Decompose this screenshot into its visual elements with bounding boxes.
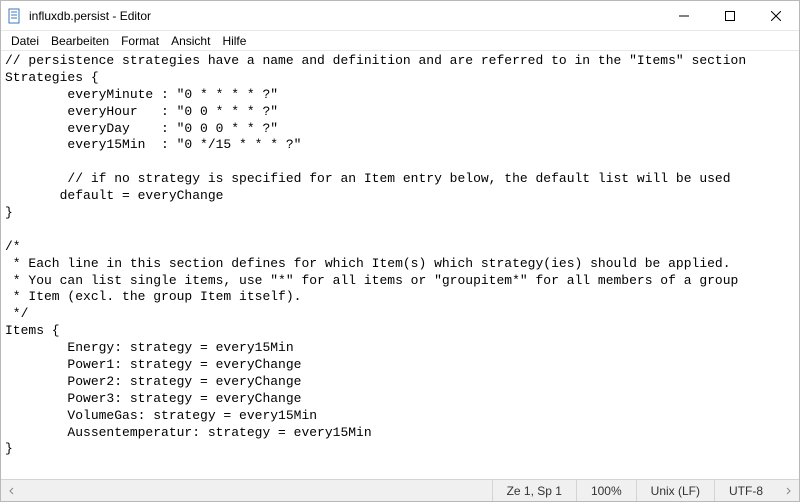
statusbar-left-arrow-icon [1,487,23,495]
statusbar-zoom[interactable]: 100% [576,480,636,501]
maximize-button[interactable] [707,1,753,31]
statusbar-encoding[interactable]: UTF-8 [714,480,777,501]
app-icon [7,8,23,24]
statusbar-line-ending[interactable]: Unix (LF) [636,480,714,501]
menu-ansicht[interactable]: Ansicht [165,32,216,50]
minimize-button[interactable] [661,1,707,31]
menubar: Datei Bearbeiten Format Ansicht Hilfe [1,31,799,51]
menu-format[interactable]: Format [115,32,165,50]
window-controls [661,1,799,30]
window-title: influxdb.persist - Editor [29,9,661,23]
text-editor-area[interactable]: // persistence strategies have a name an… [1,51,799,479]
close-button[interactable] [753,1,799,31]
menu-bearbeiten[interactable]: Bearbeiten [45,32,115,50]
editor-window: influxdb.persist - Editor Datei Bearbeit… [0,0,800,502]
statusbar-position[interactable]: Ze 1, Sp 1 [492,480,576,501]
statusbar-right-arrow-icon [777,487,799,495]
statusbar: Ze 1, Sp 1 100% Unix (LF) UTF-8 [1,479,799,501]
titlebar[interactable]: influxdb.persist - Editor [1,1,799,31]
menu-datei[interactable]: Datei [5,32,45,50]
menu-hilfe[interactable]: Hilfe [216,32,252,50]
